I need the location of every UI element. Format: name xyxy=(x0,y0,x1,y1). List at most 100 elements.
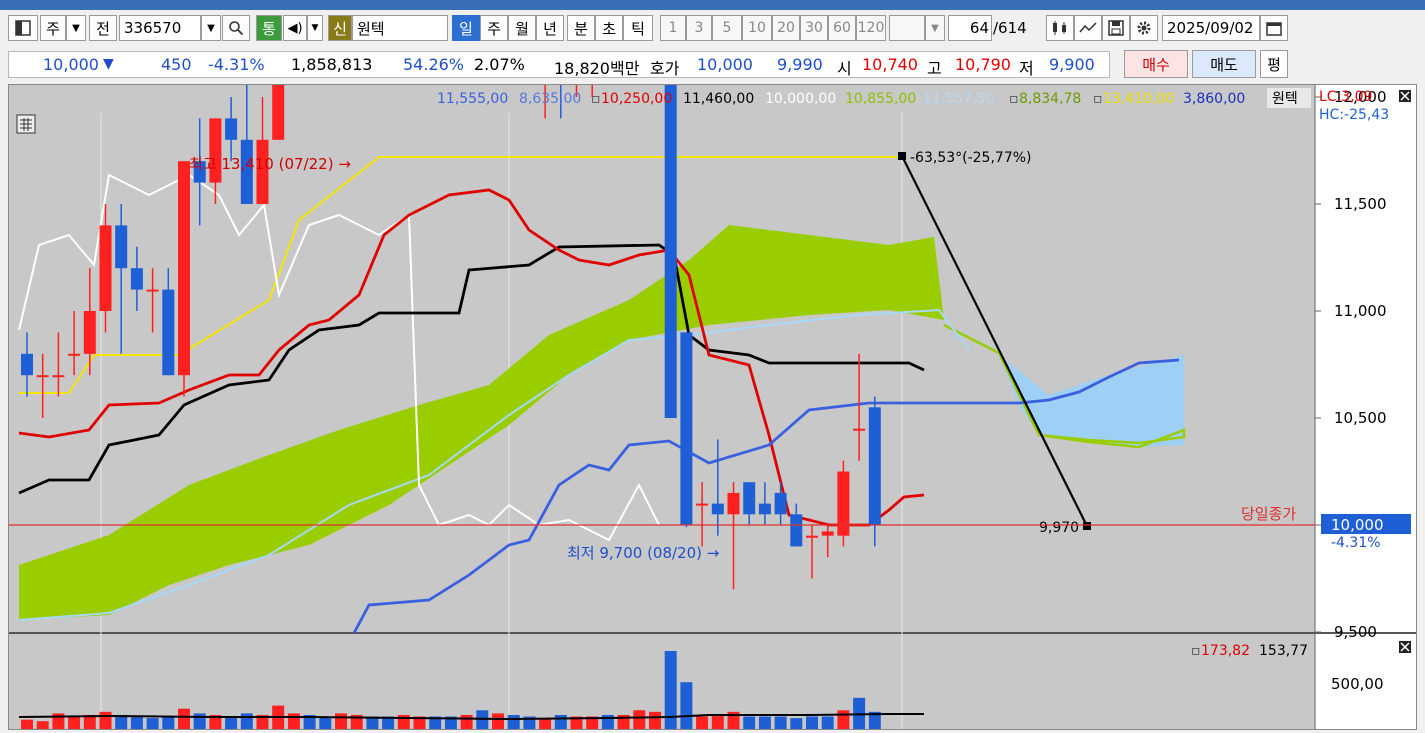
svg-text:▫: ▫ xyxy=(1191,643,1201,659)
interval-120[interactable]: 120 xyxy=(856,15,886,41)
date-input[interactable]: 2025/09/02 xyxy=(1162,15,1260,41)
volume-value: 1,858,813 xyxy=(291,55,373,74)
interval-10[interactable]: 10 xyxy=(742,15,772,41)
candle-body-41 xyxy=(664,0,677,418)
custom-interval-dropdown-icon[interactable]: ▼ xyxy=(925,15,945,41)
interval-20[interactable]: 20 xyxy=(772,15,800,41)
volume-bar-44 xyxy=(711,714,724,729)
trend-line-handle-top[interactable] xyxy=(898,152,906,160)
period-day[interactable]: 일 xyxy=(452,15,480,41)
period-year[interactable]: 년 xyxy=(536,15,564,41)
trend-line-label-top: -63,53°(-25,77%) xyxy=(910,150,1032,166)
interval-3[interactable]: 3 xyxy=(686,15,712,41)
legend-name: 원텍 xyxy=(1272,91,1298,107)
tong-button[interactable]: 통 xyxy=(256,15,282,41)
volume-bar-39 xyxy=(633,710,646,729)
calendar-icon[interactable] xyxy=(1260,15,1288,41)
custom-interval-input[interactable] xyxy=(889,15,925,41)
interval-30[interactable]: 30 xyxy=(800,15,828,41)
quote-bar: 10,000 ▼ 450 -4.31% 1,858,813 54.26% 2.0… xyxy=(8,51,1110,78)
volume-ratio: 54.26% xyxy=(403,55,465,74)
sin-badge: 신 xyxy=(328,15,352,41)
y-tick-label: 10,500 xyxy=(1334,409,1387,427)
period-month[interactable]: 월 xyxy=(508,15,536,41)
chart-panel[interactable]: 13,50013,00012,50012,00011,50011,00010,5… xyxy=(8,0,1417,730)
stock-name-field[interactable]: 원텍 xyxy=(352,15,448,41)
speaker-dropdown-icon[interactable]: ▼ xyxy=(307,15,323,41)
period-minute[interactable]: 분 xyxy=(567,15,595,41)
high-price: 10,790 xyxy=(955,55,1011,74)
candle-body-5 xyxy=(99,225,112,311)
candle-body-8 xyxy=(146,289,159,292)
turnover-rate: 2.07% xyxy=(474,55,525,74)
count-input[interactable]: 64 xyxy=(948,15,992,41)
current-price: 10,000 xyxy=(43,55,99,74)
interval-5[interactable]: 5 xyxy=(712,15,742,41)
legend-v9: 13,410,00 xyxy=(1103,91,1174,107)
code-dropdown-icon[interactable]: ▼ xyxy=(201,15,221,41)
gear-icon[interactable] xyxy=(1130,15,1158,41)
volume-bar-48 xyxy=(774,716,787,729)
period-week[interactable]: 주 xyxy=(480,15,508,41)
period-second[interactable]: 초 xyxy=(595,15,623,41)
volume-bar-19 xyxy=(319,716,332,729)
sell-button[interactable]: 매도 xyxy=(1192,50,1256,78)
code-input[interactable]: 336570 xyxy=(119,15,201,41)
y-tick-label: 11,000 xyxy=(1334,302,1387,320)
candle-body-0 xyxy=(21,353,33,376)
speaker-icon[interactable]: ◀) xyxy=(283,15,307,41)
volume-bar-1 xyxy=(36,721,49,729)
volume-bar-14 xyxy=(240,713,253,729)
candle-body-52 xyxy=(837,471,850,536)
volume-bar-0 xyxy=(21,719,33,729)
type-select-2[interactable]: 전 xyxy=(89,15,117,41)
volume-bar-31 xyxy=(507,714,520,729)
grid-toggle-icon[interactable] xyxy=(16,114,36,134)
trend-tool-icon[interactable] xyxy=(1074,15,1102,41)
volume-bar-30 xyxy=(492,713,504,729)
period-tick[interactable]: 틱 xyxy=(623,15,653,41)
current-price-axis: 10,000 xyxy=(1331,516,1384,534)
bid-price: 9,990 xyxy=(777,55,823,74)
low-label: 저 xyxy=(1019,59,1034,78)
candle-body-42 xyxy=(680,332,693,525)
candle-body-6 xyxy=(115,225,128,269)
candle-tool-icon[interactable] xyxy=(1046,15,1074,41)
volume-bar-7 xyxy=(130,716,143,729)
legend-v10: 3,860,00 xyxy=(1183,91,1245,107)
candle-body-53 xyxy=(853,428,866,431)
open-label: 시 xyxy=(837,59,852,78)
legend-v3: 10,250,00 xyxy=(601,91,672,107)
type-dropdown-icon[interactable]: ▼ xyxy=(66,15,86,41)
price-chart[interactable]: 13,50013,00012,50012,00011,50011,00010,5… xyxy=(9,0,1416,729)
volume-bar-28 xyxy=(460,714,473,729)
candle-body-16 xyxy=(272,0,285,140)
open-price: 10,740 xyxy=(862,55,918,74)
trend-line-handle-bottom[interactable] xyxy=(1083,522,1091,530)
candle-body-54 xyxy=(868,407,881,525)
avg-button[interactable]: 평 xyxy=(1260,50,1288,78)
hc-value: HC:-25,43 xyxy=(1319,107,1389,123)
search-icon[interactable] xyxy=(222,15,250,41)
interval-60[interactable]: 60 xyxy=(828,15,856,41)
buy-button[interactable]: 매수 xyxy=(1124,50,1188,78)
legend-v6: 10,855,00 xyxy=(845,91,916,107)
price-change: 450 xyxy=(161,55,192,74)
legend-v5: 10,000,00 xyxy=(765,91,836,107)
volume-bar-13 xyxy=(225,716,238,729)
candle-body-46 xyxy=(743,482,756,515)
candle-body-47 xyxy=(758,503,771,515)
candle-body-3 xyxy=(68,353,81,356)
volume-bar-43 xyxy=(696,716,709,729)
interval-1[interactable]: 1 xyxy=(660,15,686,41)
save-icon[interactable] xyxy=(1102,15,1130,41)
volume-bar-33 xyxy=(539,718,552,729)
volume-bar-50 xyxy=(806,716,818,729)
legend-v2: 8,635,00 xyxy=(519,91,581,107)
low-price: 9,900 xyxy=(1049,55,1095,74)
count-total: /614 xyxy=(993,19,1027,37)
type-select-1[interactable]: 주 xyxy=(40,15,66,41)
candle-body-13 xyxy=(225,118,238,140)
candle-body-9 xyxy=(162,289,175,376)
layout-icon[interactable] xyxy=(8,15,38,41)
